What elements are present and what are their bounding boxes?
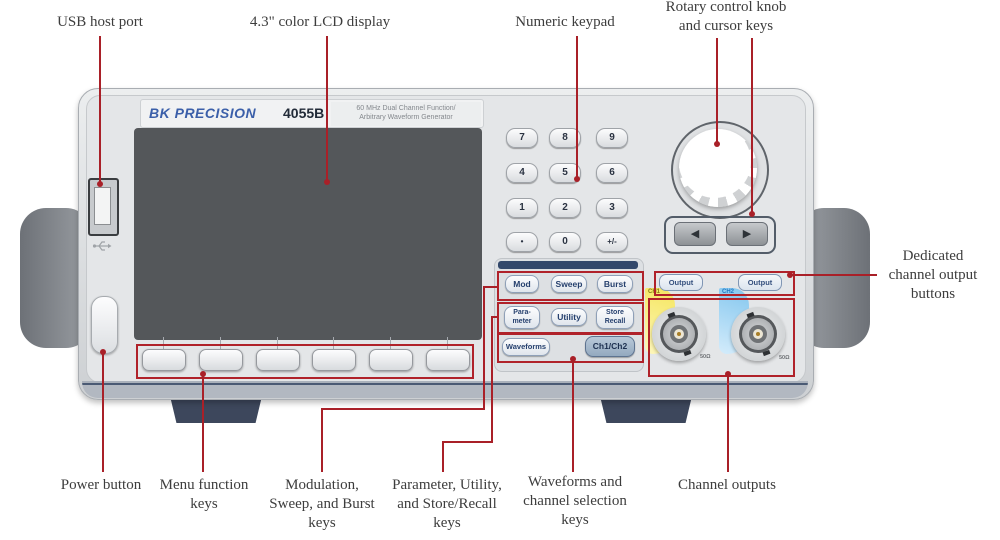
mod-callout-line — [483, 286, 497, 288]
key-2[interactable]: 2 — [549, 198, 581, 218]
waveforms-callout-line — [572, 359, 574, 472]
annotation-lcd-display: 4.3" color LCD display — [249, 14, 391, 30]
bnc-callout-box — [648, 298, 795, 377]
brand-strip: BK PRECISION 4055B 60 MHz Dual Channel F… — [140, 99, 484, 128]
lcd-callout-line — [326, 36, 328, 182]
key-4[interactable]: 4 — [506, 163, 538, 183]
usb-tongue — [94, 187, 111, 225]
arrow-left-icon: ◀ — [690, 228, 700, 240]
labeled-diagram: BK PRECISION 4055B 60 MHz Dual Channel F… — [0, 0, 1000, 540]
knob-callout-line — [716, 38, 718, 144]
key-3[interactable]: 3 — [596, 198, 628, 218]
annotation-rotary-knob: Rotary control knob and cursor keys — [665, 0, 787, 34]
key-plusminus[interactable]: +/- — [596, 232, 628, 252]
usb-callout-line — [99, 36, 101, 184]
callout-dot — [97, 181, 103, 187]
keypad-callout-line — [576, 36, 578, 179]
mod-row-callout-box — [497, 271, 644, 301]
menu-keys-callout-line — [202, 374, 204, 472]
param-callout-line — [442, 441, 444, 472]
key-decimal[interactable]: • — [506, 232, 538, 252]
callout-dot — [324, 179, 330, 185]
param-row-callout-box — [497, 302, 644, 334]
callout-dot — [787, 272, 793, 278]
lcd-bezel — [134, 128, 482, 340]
arrow-right-icon: ▶ — [742, 228, 752, 240]
mod-callout-line — [321, 408, 323, 472]
callout-dot — [574, 176, 580, 182]
key-7[interactable]: 7 — [506, 128, 538, 148]
annotation-numeric-keypad: Numeric keypad — [515, 14, 615, 30]
cursor-right-button[interactable]: ▶ — [726, 222, 768, 246]
annotation-mod-keys: Modulation, Sweep, and Burst keys — [269, 477, 375, 531]
param-callout-line — [491, 316, 493, 443]
panel-top-bar — [498, 261, 638, 269]
usb-host-port — [88, 178, 119, 236]
model-description: 60 MHz Dual Channel Function/ Arbitrary … — [331, 102, 481, 126]
annotation-usb-host-port: USB host port — [57, 14, 143, 30]
callout-dot — [200, 371, 206, 377]
callout-dot — [100, 349, 106, 355]
key-9[interactable]: 9 — [596, 128, 628, 148]
param-callout-line — [442, 441, 493, 443]
power-button[interactable] — [91, 296, 118, 354]
key-1[interactable]: 1 — [506, 198, 538, 218]
brand-logo: BK PRECISION — [149, 105, 257, 121]
key-6[interactable]: 6 — [596, 163, 628, 183]
mod-callout-line — [483, 286, 485, 410]
output-buttons-callout-box — [654, 271, 795, 296]
mod-callout-line — [321, 408, 485, 410]
callout-dot — [725, 371, 731, 377]
cursor-keys-callout-line — [751, 38, 753, 214]
annotation-waveform-keys: Waveforms and channel selection keys — [523, 474, 627, 528]
annotation-param-keys: Parameter, Utility, and Store/Recall key… — [392, 477, 502, 531]
model-number: 4055B — [283, 105, 325, 121]
left-foot — [170, 396, 262, 423]
right-foot — [600, 396, 692, 423]
key-0[interactable]: 0 — [549, 232, 581, 252]
annotation-dedicated-outputs: Dedicated channel output buttons — [888, 248, 978, 302]
bottom-trim-band — [82, 381, 808, 398]
callout-dot — [570, 356, 576, 362]
callout-dot — [749, 211, 755, 217]
output-buttons-callout-line — [791, 274, 877, 276]
power-callout-line — [102, 352, 104, 472]
cursor-left-button[interactable]: ◀ — [674, 222, 716, 246]
menu-keys-callout-box — [136, 344, 474, 379]
annotation-channel-outputs: Channel outputs — [678, 477, 776, 493]
annotation-menu-keys: Menu function keys — [159, 477, 249, 512]
usb-icon — [92, 241, 112, 251]
channel-outputs-callout-line — [727, 374, 729, 472]
callout-dot — [714, 141, 720, 147]
